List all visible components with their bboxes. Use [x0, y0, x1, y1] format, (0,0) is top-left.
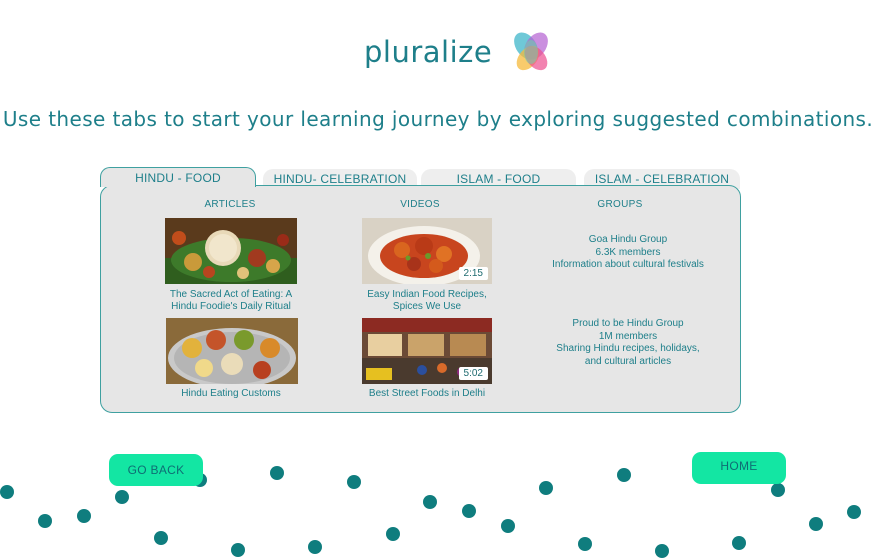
tab-hindu-food[interactable]: HINDU - FOOD	[100, 167, 256, 187]
group-description-cont: and cultural articles	[584, 355, 672, 367]
group-proud-hindu[interactable]: Proud to be Hindu Group 1M members Shari…	[530, 318, 726, 368]
groups-heading: GROUPS	[597, 199, 643, 210]
video-title-indian-recipes[interactable]: Easy Indian Food Recipes, Spices We Use	[356, 289, 498, 313]
group-members: 1M members	[598, 330, 658, 342]
group-description: Information about cultural festivals	[552, 259, 704, 270]
article-thumbnail-eating-customs[interactable]	[166, 318, 298, 384]
brand-name: pluralize	[364, 35, 493, 69]
video-title-delhi-street-food[interactable]: Best Street Foods in Delhi	[356, 388, 498, 400]
videos-heading: VIDEOS	[400, 199, 440, 210]
article-thumbnail-sacred-eating[interactable]	[165, 218, 297, 284]
articles-heading: ARTICLES	[204, 199, 256, 210]
video-duration: 5:02	[458, 367, 488, 380]
group-name: Proud to be Hindu Group	[572, 318, 684, 329]
group-goa-hindu[interactable]: Goa Hindu Group 6.3K members Information…	[530, 234, 726, 272]
page-headline: Use these tabs to start your learning jo…	[2, 107, 874, 131]
video-duration: 2:15	[458, 267, 488, 280]
group-description: Sharing Hindu recipes, holidays,	[556, 343, 700, 354]
pluralize-logo-icon	[514, 32, 549, 71]
thali-image	[165, 218, 297, 284]
video-thumbnail-delhi-street-food[interactable]: 5:02	[362, 318, 492, 384]
brand-logo: pluralize	[364, 28, 554, 76]
article-title-sacred-eating[interactable]: The Sacred Act of Eating: A Hindu Foodie…	[160, 289, 302, 313]
article-title-eating-customs[interactable]: Hindu Eating Customs	[160, 388, 302, 400]
thali-plate-image	[166, 318, 298, 384]
go-back-button[interactable]: GO BACK	[109, 454, 203, 486]
group-members: 6.3K members	[595, 246, 661, 258]
video-thumbnail-indian-recipes[interactable]: 2:15	[362, 218, 492, 284]
home-button[interactable]: HOME	[692, 452, 786, 484]
group-name: Goa Hindu Group	[588, 234, 668, 245]
